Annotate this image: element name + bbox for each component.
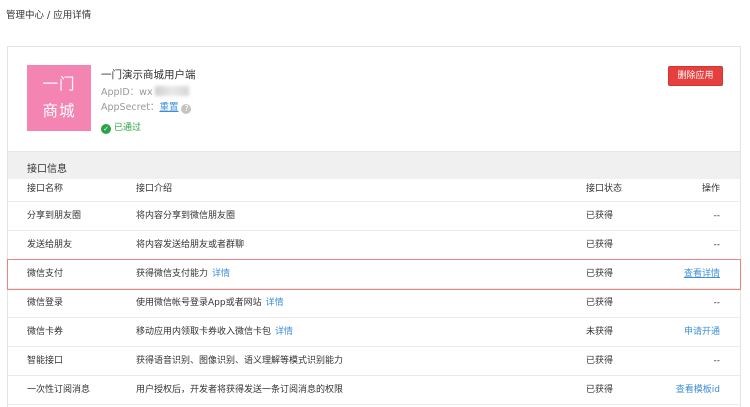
interface-table: 接口名称 接口介绍 接口状态 操作 分享到朋友圈 将内容分享到微信朋友圈 已获得… [7,178,741,405]
row-name: 微信支付 [27,269,64,279]
row-status: 已获得 [586,298,614,308]
app-name-text: 一门演示商城用户端 [101,69,196,81]
row-op: -- [713,356,721,366]
app-id-label: AppID：wx [101,87,153,98]
row-status: 未获得 [586,327,614,337]
row-desc-text: 用户授权后，开发者将获得发送一条订阅消息的权限 [136,385,344,395]
row-desc-text: 将内容分享到微信朋友圈 [136,211,236,221]
row-status: 已获得 [586,269,614,279]
row-desc-text: 获得语音识别、图像识别、语义理解等模式识别能力 [136,356,344,366]
row-desc: 将内容发送给朋友或者群聊 [136,231,244,259]
detail-link[interactable]: 详情 [275,327,293,337]
table-row: 分享到朋友圈 将内容分享到微信朋友圈 已获得 -- [8,202,740,231]
app-detail-panel: 一门 商城 一门演示商城用户端 AppID：wx AppSecret：重置? ✓… [7,46,741,407]
approval-status-text: 已通过 [114,123,142,133]
row-name: 发送给朋友 [27,240,73,250]
check-circle-icon: ✓ [101,124,111,134]
app-logo: 一门 商城 [27,65,91,131]
row-status: 已获得 [586,211,614,221]
apply-link[interactable]: 申请开通 [684,318,720,346]
table-row: 微信登录 使用微信帐号登录App或者网站 详情 已获得 -- [8,289,740,318]
row-desc-text: 移动应用内领取卡券收入微信卡包 [136,327,272,337]
row-desc-text: 将内容发送给朋友或者群聊 [136,240,245,250]
row-name: 一次性订阅消息 [27,385,91,395]
row-name: 智能接口 [27,356,64,366]
app-secret-label: AppSecret： [101,102,160,113]
row-desc: 将内容分享到微信朋友圈 [136,202,235,230]
row-desc: 获得语音识别、图像识别、语义理解等模式识别能力 [136,347,343,375]
table-header-row: 接口名称 接口介绍 接口状态 操作 [8,178,740,202]
app-logo-line1: 一门 [42,75,76,93]
app-logo-line2: 商城 [42,102,76,120]
header-desc: 接口介绍 [136,184,173,194]
row-desc: 用户授权后，开发者将获得发送一条订阅消息的权限 [136,376,343,404]
header-status: 接口状态 [586,184,623,194]
row-status: 已获得 [586,385,614,395]
row-desc: 使用微信帐号登录App或者网站 详情 [136,289,284,317]
header-name: 接口名称 [27,184,64,194]
breadcrumb: 管理中心 / 应用详情 [6,10,92,21]
row-status: 已获得 [586,240,614,250]
app-name: 一门演示商城用户端 [101,67,196,82]
row-desc: 获得微信支付能力 详情 [136,260,230,288]
section-title: 接口信息 [27,164,67,175]
table-row: 微信卡券 移动应用内领取卡券收入微信卡包 详情 未获得 申请开通 [8,318,740,347]
row-name: 微信卡券 [27,327,64,337]
row-name: 微信登录 [27,298,64,308]
row-name: 分享到朋友圈 [27,211,82,221]
help-icon[interactable]: ? [181,104,192,114]
view-template-id-link[interactable]: 查看模板id [676,376,720,404]
row-op: -- [713,211,721,221]
app-header: 一门 商城 一门演示商城用户端 AppID：wx AppSecret：重置? ✓… [8,47,740,151]
row-status: 已获得 [586,356,614,366]
interface-section-header: 接口信息 [8,151,740,179]
delete-app-button[interactable]: 删除应用 [668,66,723,86]
approval-status: ✓ 已通过 [101,120,141,134]
reset-secret-link[interactable]: 重置 [159,102,178,113]
view-details-link[interactable]: 查看详情 [684,260,720,288]
row-op: -- [713,298,721,308]
row-desc-text: 获得微信支付能力 [136,269,209,279]
row-desc: 移动应用内领取卡券收入微信卡包 详情 [136,318,293,346]
header-op: 操作 [701,184,720,194]
detail-link[interactable]: 详情 [266,298,284,308]
app-id: AppID：wx [101,84,189,98]
table-row-highlighted: 微信支付 获得微信支付能力 详情 已获得 查看详情 [7,259,741,290]
table-row: 发送给朋友 将内容发送给朋友或者群聊 已获得 -- [8,231,740,260]
app-id-redacted [154,86,189,96]
row-op: -- [713,240,721,250]
table-row: 智能接口 获得语音识别、图像识别、语义理解等模式识别能力 已获得 -- [8,347,740,376]
app-secret: AppSecret：重置? [101,99,192,114]
detail-link[interactable]: 详情 [212,269,230,279]
row-desc-text: 使用微信帐号登录App或者网站 [136,298,262,308]
